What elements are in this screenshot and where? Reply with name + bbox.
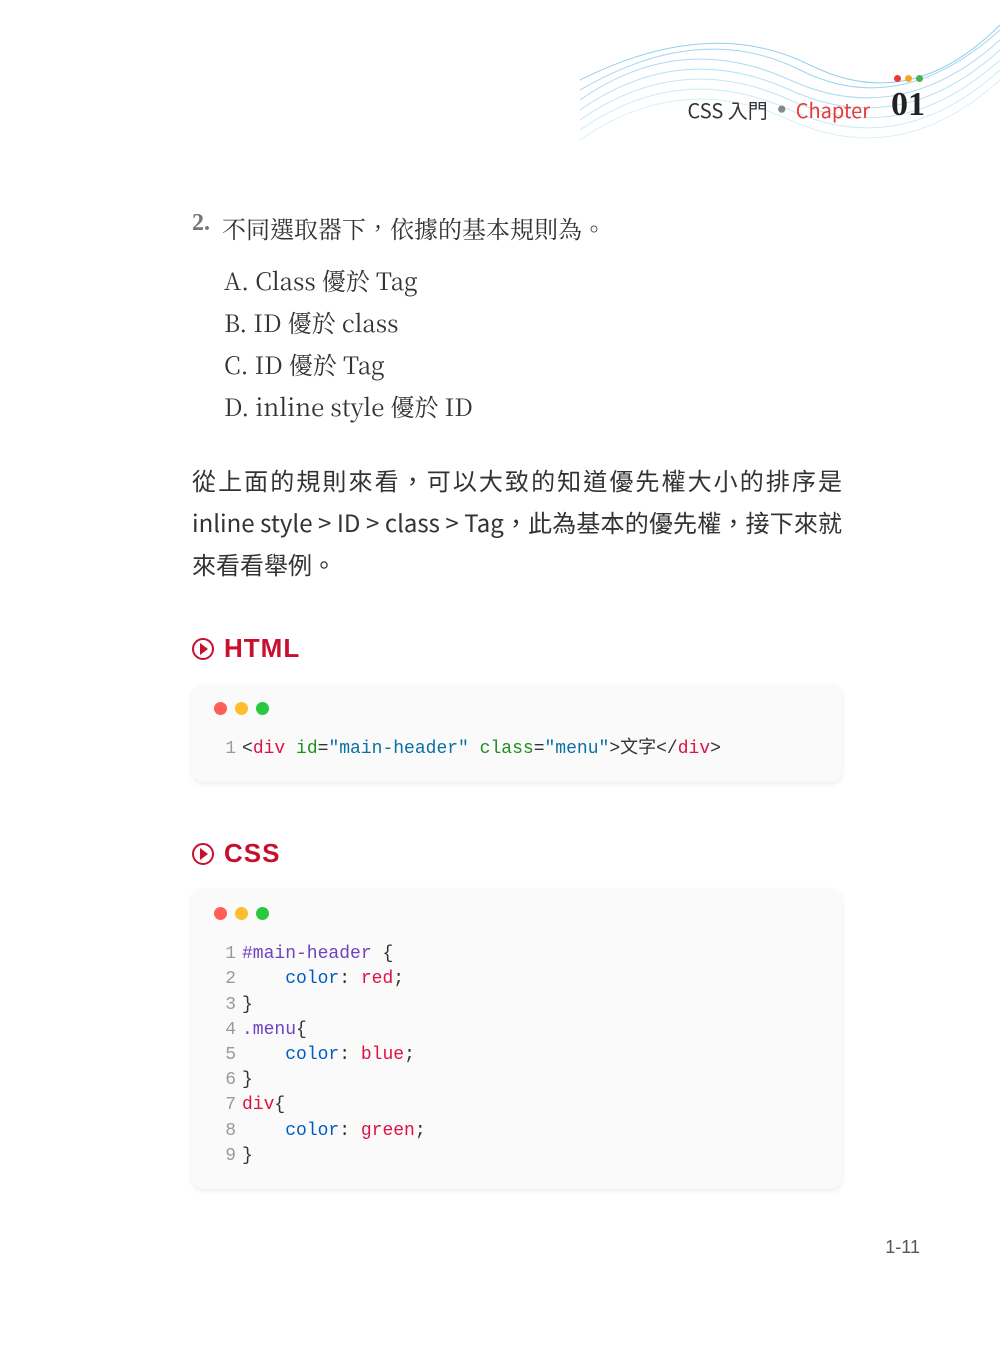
play-icon (192, 843, 214, 865)
numbered-list-item: 2. 不同選取器下，依據的基本規則為。 (192, 210, 842, 245)
section-title: HTML (224, 633, 300, 664)
sublist-item: D. inline style 優於 ID (224, 385, 842, 427)
page-content: 2. 不同選取器下，依據的基本規則為。 A. Class 優於 Tag B. I… (192, 210, 842, 1189)
sublist-item: C. ID 優於 Tag (224, 343, 842, 385)
body-paragraph: 從上面的規則來看，可以大致的知道優先權大小的排序是 inline style >… (192, 459, 842, 585)
breadcrumb-title: CSS 入門 (687, 95, 767, 124)
breadcrumb-chapter: Chapter (796, 95, 870, 124)
code-block-html: 1<div id="main-header" class="menu">文字</… (192, 684, 842, 782)
sublist-item: A. Class 優於 Tag (224, 259, 842, 301)
code-line: 8 color: green; (214, 1119, 820, 1144)
section-head-css: CSS (192, 838, 842, 869)
window-dots-icon (214, 702, 820, 715)
list-title: 不同選取器下，依據的基本規則為。 (222, 210, 606, 245)
breadcrumb-separator-icon: ● (778, 104, 786, 115)
sublist-item: B. ID 優於 class (224, 301, 842, 343)
code-line: 7div{ (214, 1093, 820, 1118)
code-line: 5 color: blue; (214, 1043, 820, 1068)
code-line: 1<div id="main-header" class="menu">文字</… (214, 737, 820, 762)
code-line: 3} (214, 993, 820, 1018)
code-line: 6} (214, 1068, 820, 1093)
breadcrumb: CSS 入門 ● Chapter (687, 95, 870, 124)
sublist: A. Class 優於 Tag B. ID 優於 class C. ID 優於 … (224, 259, 842, 427)
code-block-css: 1#main-header { 2 color: red; 3} 4.menu{… (192, 889, 842, 1189)
section-title: CSS (224, 838, 280, 869)
section-head-html: HTML (192, 633, 842, 664)
code-line: 2 color: red; (214, 967, 820, 992)
chapter-number: 01 (891, 86, 925, 124)
list-number: 2. (192, 210, 210, 245)
window-dots-icon (214, 907, 820, 920)
play-icon (192, 638, 214, 660)
page-number: 1-11 (885, 1237, 920, 1258)
chapter-badge: 01 (891, 75, 925, 124)
code-line: 9} (214, 1144, 820, 1169)
code-line: 4.menu{ (214, 1018, 820, 1043)
code-line: 1#main-header { (214, 942, 820, 967)
chapter-dots-icon (891, 75, 925, 82)
